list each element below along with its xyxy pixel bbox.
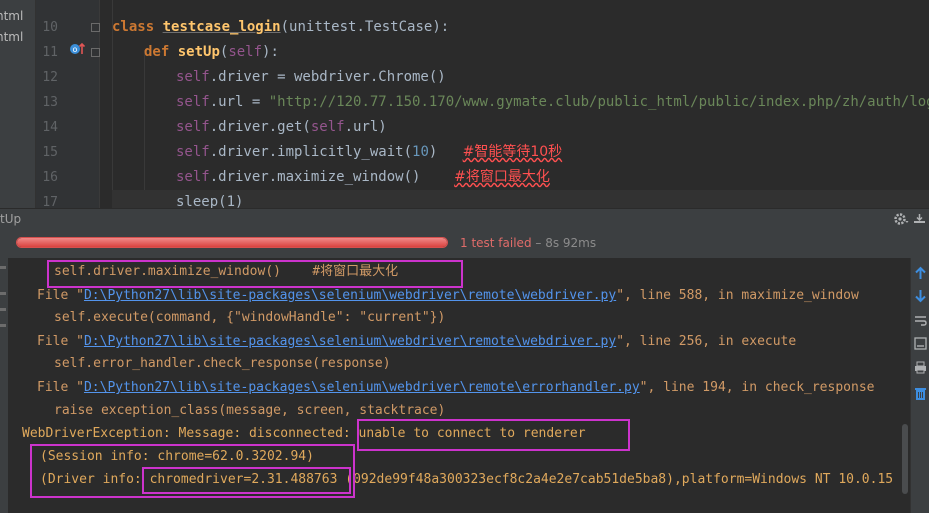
line-number: 17 — [42, 195, 58, 208]
console-scrollbar[interactable] — [900, 258, 909, 513]
line-number: 10 — [42, 20, 58, 35]
code-text: .driver.maximize_window() — [209, 169, 421, 185]
self-param: self — [176, 169, 210, 185]
console-text: ", line 256, in execute — [616, 334, 797, 349]
run-panel-header: tUp — [0, 208, 929, 228]
project-tree-strip: html html — [0, 0, 36, 208]
scroll-to-end-icon[interactable] — [913, 336, 928, 351]
console-text: ", line 588, in maximize_window — [616, 288, 859, 303]
console-line: self.error_handler.check_response(respon… — [54, 356, 391, 371]
number-literal: 10 — [412, 144, 429, 160]
code-text: .url = — [209, 94, 269, 110]
console-output[interactable]: self.driver.maximize_window() #将窗口最大化 Fi… — [0, 258, 929, 513]
highlight-box — [47, 260, 463, 288]
console-line: File "D:\Python27\lib\site-packages\sele… — [37, 330, 796, 353]
run-tab-label[interactable]: tUp — [0, 209, 21, 229]
test-status-label: 1 test failed — [460, 236, 532, 250]
code-editor[interactable]: html html 10 11 12 13 14 15 16 17 o clas… — [0, 0, 929, 208]
print-icon[interactable] — [913, 360, 928, 375]
line-number: 12 — [42, 70, 58, 85]
code-text: .url) — [344, 119, 387, 135]
code-comment: #将窗口最大化 — [454, 169, 550, 185]
code-comment: #智能等待10秒 — [462, 144, 563, 160]
line-number: 16 — [42, 170, 58, 185]
indent-guide — [144, 50, 145, 208]
console-line: self.execute(command, {"windowHandle": "… — [54, 310, 446, 325]
code-line-13: self.url = "http://120.77.150.170/www.gy… — [176, 90, 929, 115]
tree-marker — [0, 308, 6, 311]
test-progress-row: 1 test failed – 8s 92ms — [0, 228, 929, 258]
string-literal: "http://120.77.150.170/www.gymate.club/p… — [268, 94, 929, 110]
console-text: ", line 194, in check_response — [639, 380, 875, 395]
code-text: (unittest.TestCase): — [280, 19, 450, 35]
trash-icon[interactable] — [913, 386, 928, 401]
console-line: File "D:\Python27\lib\site-packages\sele… — [37, 376, 874, 399]
test-progress-bar — [16, 237, 448, 248]
code-line-17: sleep(1) — [112, 190, 929, 208]
console-text: File " — [37, 334, 84, 349]
self-param: self — [176, 144, 210, 160]
line-number: 15 — [42, 145, 58, 160]
self-param: self — [176, 94, 210, 110]
console-toolbar — [910, 258, 929, 513]
self-param: self — [310, 119, 345, 135]
class-name: testcase_login — [162, 19, 281, 35]
code-text: .driver.get( — [209, 119, 311, 135]
test-tree-strip — [0, 258, 8, 513]
tree-marker — [0, 266, 6, 269]
code-text: .driver.implicitly_wait( — [209, 144, 413, 160]
code-line-15: self.driver.implicitly_wait(10) #智能等待10秒 — [176, 140, 562, 165]
override-method-icon[interactable]: o — [69, 41, 85, 57]
tree-marker — [0, 324, 6, 327]
code-text: ): — [262, 44, 279, 60]
code-line-11: def setUp(self): — [144, 40, 279, 65]
fold-toggle[interactable] — [91, 23, 100, 32]
test-status-text: 1 test failed – 8s 92ms — [460, 234, 596, 252]
editor-gutter: 10 11 12 13 14 15 16 17 o — [36, 0, 100, 208]
self-param: self — [176, 69, 210, 85]
code-line-10: class testcase_login(unittest.TestCase): — [112, 15, 449, 40]
console-text: File " — [37, 380, 84, 395]
file-link[interactable]: D:\Python27\lib\site-packages\selenium\w… — [84, 380, 640, 395]
arrow-up-icon[interactable] — [913, 266, 928, 281]
code-line-14: self.driver.get(self.url) — [176, 115, 387, 140]
line-number: 11 — [42, 45, 58, 60]
code-line-12: self.driver = webdriver.Chrome() — [176, 65, 446, 90]
hide-panel-icon[interactable] — [912, 211, 928, 227]
file-link[interactable]: D:\Python27\lib\site-packages\selenium\w… — [84, 288, 616, 303]
keyword: def — [144, 44, 170, 60]
svg-text:o: o — [73, 45, 78, 54]
tree-marker — [0, 292, 6, 295]
code-area[interactable]: class testcase_login(unittest.TestCase):… — [100, 0, 929, 208]
code-text: .driver = webdriver.Chrome() — [209, 69, 446, 85]
code-text: sleep(1) — [176, 194, 244, 208]
fold-toggle[interactable] — [91, 48, 100, 57]
gear-icon[interactable] — [893, 211, 909, 227]
code-text: ) — [428, 144, 438, 160]
project-tree-item[interactable]: html — [0, 6, 23, 26]
highlight-box — [357, 419, 630, 451]
arrow-down-icon[interactable] — [913, 288, 928, 303]
line-number: 14 — [42, 120, 58, 135]
scrollbar-thumb[interactable] — [902, 424, 908, 494]
file-link[interactable]: D:\Python27\lib\site-packages\selenium\w… — [84, 334, 616, 349]
test-duration: – 8s 92ms — [531, 236, 597, 250]
self-param: self — [228, 44, 263, 60]
self-param: self — [176, 119, 210, 135]
method-name: setUp — [177, 44, 220, 60]
highlight-box — [142, 467, 351, 494]
line-number: 13 — [42, 95, 58, 110]
code-line-16: self.driver.maximize_window() #将窗口最大化 — [176, 165, 550, 190]
keyword: class — [112, 19, 155, 35]
test-progress-fill — [17, 238, 447, 247]
project-tree-item[interactable]: html — [0, 27, 23, 47]
soft-wrap-icon[interactable] — [913, 313, 928, 328]
console-text: File " — [37, 288, 84, 303]
